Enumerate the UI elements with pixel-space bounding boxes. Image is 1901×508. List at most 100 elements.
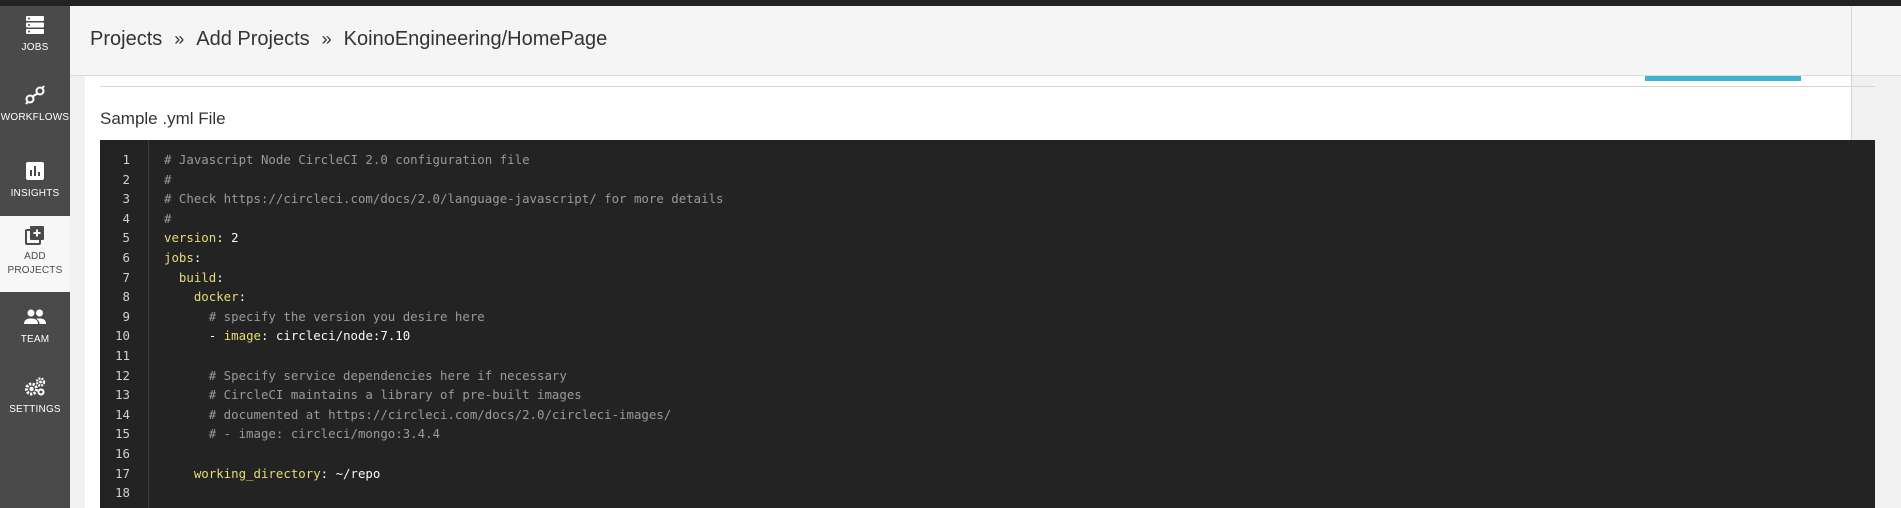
active-tab-indicator xyxy=(1645,76,1801,81)
line-text: # documented at https://circleci.com/doc… xyxy=(164,405,672,425)
line-number: 6 xyxy=(122,249,130,265)
settings-gears-icon xyxy=(25,377,46,396)
code-line: 18 xyxy=(100,483,1875,503)
code-line: 5 version: 2 xyxy=(100,228,1875,248)
code-line: 19 xyxy=(100,503,1875,508)
line-text: # Check https://circleci.com/docs/2.0/la… xyxy=(164,189,724,209)
section-divider xyxy=(100,86,1875,87)
line-number: 9 xyxy=(122,308,130,324)
yaml-comment: # Check https://circleci.com/docs/2.0/la… xyxy=(164,191,724,207)
sidebar-item-label: WORKFLOWS xyxy=(0,112,70,123)
breadcrumb: Projects » Add Projects » KoinoEngineeri… xyxy=(90,28,607,51)
code-line: 2 # xyxy=(100,170,1875,190)
code-line: 9 # specify the version you desire here xyxy=(100,307,1875,327)
yaml-comment: # Specify service dependencies here if n… xyxy=(164,367,567,383)
sidebar-item-label-line2: PROJECTS xyxy=(7,265,63,276)
line-number: 12 xyxy=(115,367,130,383)
insights-chart-icon xyxy=(26,162,44,180)
line-text: version: 2 xyxy=(164,228,239,248)
code-line: 4 # xyxy=(100,209,1875,229)
line-text: - image: circleci/node:7.10 xyxy=(164,326,410,346)
sidebar-item-label: ADD PROJECTS xyxy=(8,250,63,278)
line-text: build: xyxy=(164,268,224,288)
sidebar-item-team[interactable]: TEAM xyxy=(0,306,70,364)
line-number: 18 xyxy=(115,485,130,501)
line-text: # xyxy=(164,170,171,190)
workflows-icon xyxy=(25,85,45,105)
code-line: 8 docker: xyxy=(100,287,1875,307)
line-text: # Specify service dependencies here if n… xyxy=(164,366,567,386)
code-line: 10 - image: circleci/node:7.10 xyxy=(100,326,1875,346)
yaml-comment: # - image: circleci/mongo:3.4.4 xyxy=(164,426,441,442)
code-lines: 1 # Javascript Node CircleCI 2.0 configur… xyxy=(100,150,1875,508)
sidebar-item-label: TEAM xyxy=(20,334,50,345)
sidebar-item-add-projects[interactable]: ADD PROJECTS xyxy=(0,216,70,292)
line-text: # Javascript Node CircleCI 2.0 configura… xyxy=(164,150,530,170)
line-number: 2 xyxy=(122,171,130,187)
yaml-key: docker xyxy=(164,289,239,305)
code-line: 3 # Check https://circleci.com/docs/2.0/l… xyxy=(100,189,1875,209)
yaml-list-marker: - xyxy=(164,328,224,344)
sidebar-item-jobs[interactable]: JOBS xyxy=(0,14,70,72)
sidebar-item-label: INSIGHTS xyxy=(10,188,60,199)
line-number: 11 xyxy=(115,347,130,363)
line-number: 5 xyxy=(122,230,130,246)
code-line: 13 # CircleCI maintains a library of pre… xyxy=(100,385,1875,405)
line-number: 19 xyxy=(100,503,130,508)
yaml-key: build xyxy=(164,269,217,285)
line-number: 16 xyxy=(115,445,130,461)
line-number: 14 xyxy=(115,406,130,422)
line-number: 13 xyxy=(115,387,130,403)
page-header: Projects » Add Projects » KoinoEngineeri… xyxy=(70,6,1901,76)
yaml-comment: # xyxy=(164,210,172,226)
yaml-comment: # CircleCI maintains a library of pre-bu… xyxy=(164,387,582,403)
yaml-comment: # Javascript Node CircleCI 2.0 configura… xyxy=(164,152,530,167)
sidebar-item-workflows[interactable]: WORKFLOWS xyxy=(0,84,70,142)
code-line: 16 xyxy=(100,444,1875,464)
line-number: 7 xyxy=(122,269,130,285)
code-line: 6 jobs: xyxy=(100,248,1875,268)
sidebar-item-insights[interactable]: INSIGHTS xyxy=(0,160,70,218)
line-number: 3 xyxy=(122,191,130,207)
sidebar-item-label: SETTINGS xyxy=(9,404,61,415)
line-text: # specify the version you desire here xyxy=(164,307,485,327)
code-line: 12 # Specify service dependencies here i… xyxy=(100,366,1875,386)
line-number: 4 xyxy=(122,210,130,226)
yaml-value: 2 xyxy=(223,230,239,246)
sidebar-item-label-line1: ADD xyxy=(24,251,46,262)
breadcrumb-projects-link[interactable]: Projects xyxy=(90,28,162,51)
line-number: 15 xyxy=(115,426,130,442)
yaml-value: ~/repo xyxy=(328,465,381,481)
code-line: 7 build: xyxy=(100,268,1875,288)
line-text: # - image: circleci/mongo:3.4.4 xyxy=(164,424,440,444)
sample-yml-title: Sample .yml File xyxy=(100,109,226,128)
yaml-key: version xyxy=(164,230,217,246)
yaml-comment: # specify the version you desire here xyxy=(164,308,485,324)
line-text: # CircleCI maintains a library of pre-bu… xyxy=(164,385,582,405)
line-text: working_directory: ~/repo xyxy=(164,464,381,484)
breadcrumb-current-project: KoinoEngineering/HomePage xyxy=(343,28,608,50)
yaml-comment: # xyxy=(164,171,172,187)
yaml-colon: : xyxy=(238,289,247,305)
line-number: 1 xyxy=(122,152,130,167)
yaml-key: jobs xyxy=(164,249,194,265)
yaml-value: circleci/node:7.10 xyxy=(268,328,411,344)
jobs-stack-icon xyxy=(26,16,44,34)
yaml-key: working_directory xyxy=(164,465,321,481)
yaml-colon: : xyxy=(193,249,202,265)
team-icon xyxy=(24,309,46,324)
sidebar-item-settings[interactable]: SETTINGS xyxy=(0,376,70,434)
breadcrumb-separator: » xyxy=(321,29,332,49)
breadcrumb-add-projects-link[interactable]: Add Projects xyxy=(196,28,309,51)
yaml-colon: : xyxy=(320,465,329,481)
line-number: 17 xyxy=(115,465,130,481)
code-line: 11 xyxy=(100,346,1875,366)
breadcrumb-separator: » xyxy=(174,29,185,49)
line-text: jobs: xyxy=(164,248,201,268)
code-line: 15 # - image: circleci/mongo:3.4.4 xyxy=(100,424,1875,444)
line-number: 8 xyxy=(122,289,130,305)
sidebar-item-label: JOBS xyxy=(21,42,49,53)
yaml-colon: : xyxy=(216,230,224,246)
line-text: # xyxy=(164,209,171,229)
yml-code-editor[interactable]: 1 # Javascript Node CircleCI 2.0 configur… xyxy=(100,140,1875,508)
